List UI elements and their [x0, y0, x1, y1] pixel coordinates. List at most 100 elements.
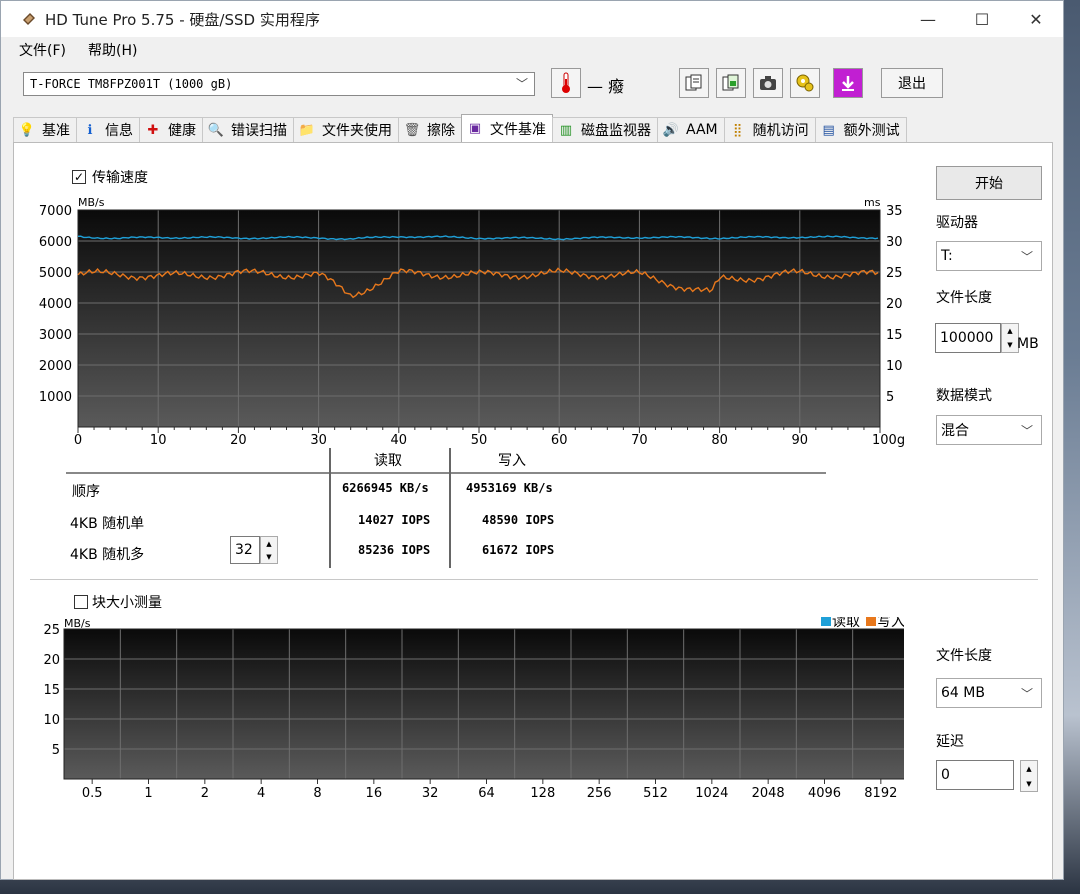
- block-file-length-combo[interactable]: 64 MB ﹀: [936, 678, 1042, 708]
- x-tick-label: 1024: [695, 786, 728, 801]
- file-length-field[interactable]: 100000: [935, 323, 1001, 353]
- close-button[interactable]: ✕: [1009, 1, 1063, 37]
- header-write: 写入: [498, 453, 526, 469]
- tab-file-benchmark[interactable]: ▣ 文件基准: [461, 114, 553, 142]
- x-tick-label: 8192: [864, 786, 897, 801]
- tab-label: 错误扫描: [231, 123, 287, 139]
- tab-extra-tests[interactable]: ▤ 额外测试: [814, 117, 907, 142]
- spin-up-icon[interactable]: ▲: [261, 537, 277, 550]
- queue-depth-spinner[interactable]: ▲ ▼: [260, 536, 278, 564]
- x-tick-label: 2048: [752, 786, 785, 801]
- y-tick-label-left: 1000: [39, 390, 72, 405]
- transfer-speed-label: 传输速度: [92, 170, 148, 186]
- y-tick-label-right: 20: [886, 297, 903, 312]
- results-column-divider: [329, 448, 331, 568]
- block-file-length-label: 文件长度: [936, 648, 992, 664]
- y-tick-label-right: 25: [886, 266, 903, 281]
- drive-combo[interactable]: T: ﹀: [936, 241, 1042, 271]
- tab-label: 随机访问: [752, 123, 809, 139]
- tab-bulb[interactable]: 💡 基准: [13, 117, 77, 142]
- menu-file[interactable]: 文件(F): [19, 40, 66, 60]
- toolbar: T-FORCE TM8FPZ001T (1000 gB) ﹀ — 癈 退出: [1, 63, 1063, 105]
- x-tick-label: 512: [643, 786, 668, 801]
- y-tick-label: 25: [43, 623, 60, 638]
- drive-combo-value: T:: [941, 248, 953, 264]
- copy-image-button[interactable]: [716, 68, 746, 98]
- results-column-divider: [449, 448, 451, 568]
- y-tick-label-left: 3000: [39, 328, 72, 343]
- tab-disk-monitor[interactable]: ▥ 磁盘监视器: [552, 117, 658, 142]
- minimize-button[interactable]: —: [901, 1, 955, 37]
- x-tick-label: 2: [201, 786, 209, 801]
- data-mode-combo[interactable]: 混合 ﹀: [936, 415, 1042, 445]
- spin-down-icon[interactable]: ▼: [1021, 776, 1037, 791]
- tab-health-cross[interactable]: ✚ 健康: [139, 117, 203, 142]
- x-tick-label: 60: [551, 433, 568, 448]
- disk-monitor-icon: ▥: [559, 122, 573, 138]
- chart-plot-area: [64, 629, 904, 779]
- row-label-sequential: 顺序: [72, 484, 100, 500]
- maximize-button[interactable]: ☐: [955, 1, 1009, 37]
- x-tick-label: 1: [144, 786, 152, 801]
- queue-depth-value: 32: [235, 542, 253, 558]
- y-tick-label-left: 4000: [39, 297, 72, 312]
- screenshot-button[interactable]: [753, 68, 783, 98]
- queue-depth-field[interactable]: 32: [230, 536, 260, 564]
- drive-select-value: T-FORCE TM8FPZ001T (1000 gB): [30, 77, 233, 91]
- tab-label: AAM: [686, 122, 718, 138]
- extra-tests-icon: ▤: [822, 122, 835, 138]
- info-icon: ℹ: [87, 122, 93, 138]
- menu-help[interactable]: 帮助(H): [88, 40, 137, 60]
- file-benchmark-icon: ▣: [468, 121, 482, 136]
- spin-up-icon[interactable]: ▲: [1021, 761, 1037, 776]
- delay-spinner[interactable]: ▲ ▼: [1020, 760, 1038, 792]
- legend-swatch-read: [821, 617, 831, 626]
- file-length-unit: MB: [1017, 336, 1039, 352]
- exit-button[interactable]: 退出: [881, 68, 943, 98]
- tab-random-access[interactable]: ⣿ 随机访问: [723, 117, 816, 142]
- tab-trash[interactable]: 🗑 擦除: [398, 117, 462, 142]
- health-cross-icon: ✚: [147, 122, 159, 138]
- bulb-icon: 💡: [18, 122, 36, 138]
- 4kb-multi-read-value: 85236 IOPS: [358, 543, 431, 557]
- window-title: HD Tune Pro 5.75 - 硬盘/SSD 实用程序: [45, 10, 320, 29]
- download-arrow-icon: [842, 76, 854, 91]
- thermometer-button[interactable]: [551, 68, 581, 98]
- row-label-4kb-multi: 4KB 随机多: [70, 547, 145, 563]
- save-button[interactable]: [833, 68, 863, 98]
- block-file-length-value: 64 MB: [941, 685, 985, 701]
- spin-down-icon[interactable]: ▼: [1002, 338, 1018, 352]
- file-length-label: 文件长度: [936, 290, 992, 306]
- y-tick-label-right: 15: [886, 328, 903, 343]
- copy-text-button[interactable]: [679, 68, 709, 98]
- delay-label: 延迟: [936, 734, 964, 750]
- tab-label: 文件基准: [490, 121, 546, 138]
- start-button[interactable]: 开始: [936, 166, 1042, 200]
- sequential-write-value: 4953169 KB/s: [466, 481, 553, 495]
- tab-info[interactable]: ℹ 信息: [76, 117, 140, 142]
- y-tick-label: 15: [43, 683, 60, 698]
- drive-select[interactable]: T-FORCE TM8FPZ001T (1000 gB) ﹀: [23, 72, 535, 96]
- x-tick-label: 128: [530, 786, 555, 801]
- transfer-speed-checkbox[interactable]: ✓: [72, 170, 86, 184]
- file-benchmark-panel: ✓ 传输速度 MB/s ms 7000 6000 5000 4000 3000 2000 100…: [13, 142, 1053, 880]
- options-button[interactable]: [790, 68, 820, 98]
- tab-folder[interactable]: 📁 文件夹使用: [293, 117, 399, 142]
- block-size-checkbox[interactable]: [74, 595, 88, 609]
- y-axis-label: MB/s: [64, 617, 91, 630]
- tab-magnifier[interactable]: 🔍 错误扫描: [202, 117, 294, 142]
- x-tick-label: 4: [257, 786, 265, 801]
- tab-label: 信息: [105, 123, 133, 139]
- title-bar: HD Tune Pro 5.75 - 硬盘/SSD 实用程序 — ☐ ✕: [1, 1, 1063, 37]
- x-tick-label: 70: [631, 433, 648, 448]
- spin-up-icon[interactable]: ▲: [1002, 324, 1018, 338]
- delay-field[interactable]: 0: [936, 760, 1014, 790]
- tab-strip: 💡 基准 ℹ 信息 ✚ 健康 🔍 错误扫描 📁 文件夹使用 🗑 擦除 ▣ 文件基准 ▥ 磁盘监视器 🔊 AAM ⣿ 随…: [13, 114, 907, 143]
- copy-text-icon: [685, 74, 702, 91]
- legend-label-write: 写入: [877, 617, 904, 630]
- y-tick-label-left: 5000: [39, 266, 72, 281]
- spin-down-icon[interactable]: ▼: [261, 550, 277, 563]
- tab-speaker[interactable]: 🔊 AAM: [657, 117, 725, 142]
- row-label-4kb-single: 4KB 随机单: [70, 516, 145, 532]
- thermometer-icon: [562, 72, 570, 93]
